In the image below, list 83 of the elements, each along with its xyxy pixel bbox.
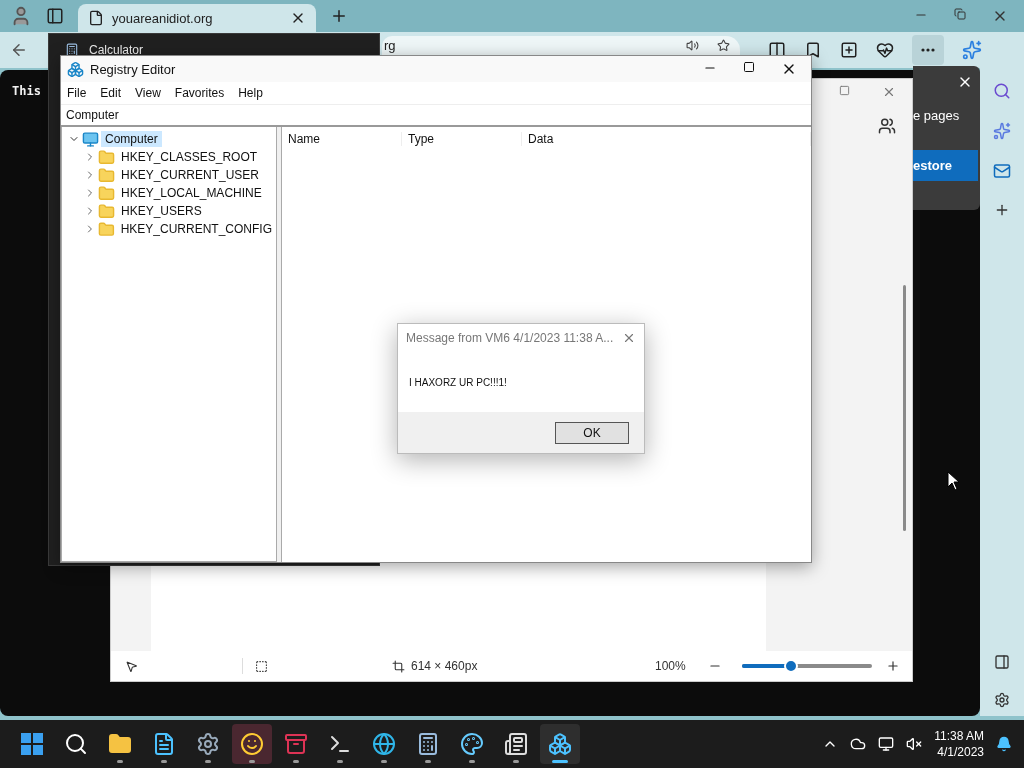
browser-tab[interactable]: youareanidiot.org <box>78 4 316 32</box>
tree-item[interactable]: Computer <box>101 131 162 147</box>
panel-icon[interactable] <box>994 654 1010 670</box>
selection-icon[interactable] <box>255 659 268 673</box>
calculator-icon <box>416 732 440 756</box>
search-icon <box>64 732 88 756</box>
back-icon[interactable] <box>10 41 28 59</box>
heart-pulse-icon[interactable] <box>876 41 894 59</box>
archive-icon <box>284 732 308 756</box>
menu-item[interactable]: Favorites <box>174 86 225 100</box>
tab-title: youareanidiot.org <box>112 10 214 26</box>
notepad-icon <box>152 732 176 756</box>
column-header[interactable]: Type <box>402 132 522 146</box>
cloud-icon[interactable] <box>850 736 867 752</box>
menu-item[interactable]: Edit <box>100 86 122 100</box>
dialog-title: Message from VM6 4/1/2023 11:38 A... <box>406 331 615 345</box>
speaker-icon[interactable] <box>686 39 699 52</box>
bell-icon[interactable] <box>996 736 1012 752</box>
tree-item[interactable]: HKEY_CURRENT_CONFIG <box>116 221 276 237</box>
zoom-in-icon[interactable] <box>885 659 900 673</box>
tree-item[interactable]: HKEY_CLASSES_ROOT <box>117 149 262 165</box>
globe-icon <box>372 732 396 756</box>
folder-icon <box>98 184 115 202</box>
sparkles-icon[interactable] <box>962 40 982 60</box>
newspaper-icon <box>504 732 528 756</box>
menu-item[interactable]: File <box>67 86 87 100</box>
menu-item[interactable]: Help <box>238 86 263 100</box>
tree-item[interactable]: HKEY_CURRENT_USER <box>117 167 264 183</box>
folder-icon <box>98 148 115 166</box>
zoom-reading: 100% <box>655 659 686 673</box>
taskbar-button[interactable] <box>540 724 580 764</box>
windows-logo-icon <box>21 733 43 755</box>
page-text: This <box>12 84 41 98</box>
search-icon[interactable] <box>993 82 1011 100</box>
image-size: 614 × 460px <box>411 659 479 673</box>
restore-icon[interactable] <box>954 8 966 20</box>
new-tab-icon[interactable] <box>330 7 348 25</box>
restore-button[interactable]: estore <box>913 150 978 181</box>
monitor-icon <box>82 130 99 148</box>
scrollbar[interactable] <box>903 285 906 531</box>
folder-icon <box>108 732 132 756</box>
gear-icon <box>196 732 220 756</box>
pointer-icon[interactable] <box>125 659 138 673</box>
smiley-icon <box>240 732 264 756</box>
mail-icon[interactable] <box>993 162 1011 180</box>
tree-item[interactable]: HKEY_USERS <box>117 203 206 219</box>
tree-item[interactable]: HKEY_LOCAL_MACHINE <box>117 185 266 201</box>
cubes-icon <box>67 60 84 78</box>
slider-thumb[interactable] <box>784 659 799 673</box>
collections-icon[interactable] <box>840 41 858 59</box>
monitor-icon[interactable] <box>878 736 895 752</box>
calculator-icon <box>65 43 79 57</box>
window-title: Calculator <box>89 43 145 57</box>
address-text: rg <box>384 38 397 53</box>
message-text: I HAXORZ UR PC!!!1! <box>409 376 507 388</box>
notification-text: e pages <box>913 108 961 123</box>
folder-icon <box>98 202 115 220</box>
page-icon <box>88 10 104 26</box>
menu-item[interactable]: View <box>135 86 161 100</box>
plus-icon[interactable] <box>994 202 1010 218</box>
star-icon[interactable] <box>717 39 730 52</box>
palette-icon <box>460 732 484 756</box>
muted-speaker-icon[interactable] <box>906 736 923 752</box>
address-field[interactable]: Computer <box>61 104 811 127</box>
ellipsis-icon <box>921 48 935 52</box>
bookmark-icon[interactable] <box>804 41 822 59</box>
panel-icon[interactable] <box>46 7 64 25</box>
crop-icon <box>392 659 405 673</box>
maximize-icon[interactable] <box>743 61 755 73</box>
column-header[interactable]: Data <box>522 132 811 146</box>
column-header[interactable]: Name <box>282 132 402 146</box>
settings-icon[interactable] <box>994 692 1010 708</box>
address-bar[interactable]: rg <box>382 36 740 55</box>
clock[interactable]: 11:38 AM 4/1/2023 <box>934 728 984 760</box>
sparkles-icon[interactable] <box>993 122 1011 140</box>
cubes-icon <box>548 732 572 756</box>
window-title: Registry Editor <box>90 61 177 77</box>
folder-icon <box>97 220 115 238</box>
cursor-icon <box>947 471 961 491</box>
taskbar-button[interactable] <box>232 724 272 764</box>
people-icon[interactable] <box>878 117 896 135</box>
ok-button[interactable]: OK <box>555 421 629 444</box>
folder-icon <box>98 166 115 184</box>
